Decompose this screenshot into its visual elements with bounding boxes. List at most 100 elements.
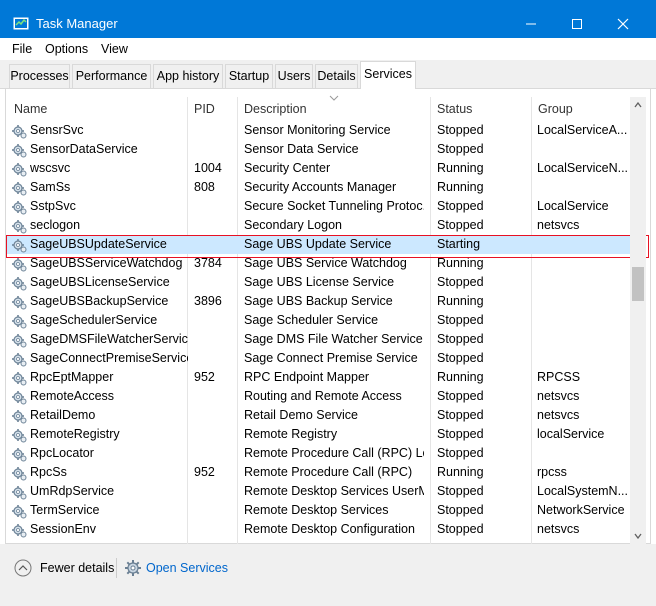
service-pid: 1004 [194,161,222,175]
table-row[interactable]: RpcSs 952 Remote Procedure Call (RPC) Runni… [6,463,631,482]
service-pid: 952 [194,370,215,384]
vertical-scrollbar[interactable] [630,97,646,544]
table-row[interactable]: SageSchedulerService Sage Scheduler Servi… [6,311,631,330]
table-row[interactable]: wscsvc 1004 Security Center Running LocalSer… [6,159,631,178]
services-panel: Name PID Description Status Group SensrS… [5,89,651,545]
chevron-up-circle-icon[interactable] [14,559,32,577]
tab-startup[interactable]: Startup [225,64,273,88]
fewer-details-link[interactable]: Fewer details [40,561,114,575]
service-gear-icon [12,125,27,139]
tab-users[interactable]: Users [275,64,313,88]
close-icon [617,18,629,30]
service-description: Routing and Remote Access [244,389,402,403]
service-group: netsvcs [537,218,580,232]
table-row[interactable]: RemoteAccess Routing and Remote Access Sto… [6,387,631,406]
service-description: Sensor Data Service [244,142,359,156]
service-gear-icon [12,144,27,158]
service-gear-icon [12,163,27,177]
table-row[interactable]: TermService Remote Desktop Services Stoppe… [6,501,631,520]
table-row[interactable]: SageUBSLicenseService Sage UBS License Se… [6,273,631,292]
service-group: RPCSS [537,370,581,384]
service-status: Running [437,294,484,308]
service-group: LocalSystemN... [537,484,629,498]
service-description: Remote Desktop Services UserM... [244,484,424,498]
service-gear-icon [12,448,27,462]
menu-view[interactable]: View [101,42,128,56]
open-services-link[interactable]: Open Services [146,561,228,575]
table-row[interactable]: SessionEnv Remote Desktop Configuration St… [6,520,631,539]
scroll-up-button[interactable] [630,97,646,113]
service-status: Stopped [437,522,484,536]
service-group: localService [537,427,605,441]
tab-processes[interactable]: Processes [9,64,70,88]
service-description: Sensor Monitoring Service [244,123,391,137]
services-gear-icon[interactable] [124,559,142,577]
tab-app-history[interactable]: App history [153,64,223,88]
table-row[interactable]: SageUBSBackupService 3896 Sage UBS Backup … [6,292,631,311]
table-row[interactable]: SstpSvc Secure Socket Tunneling Protoc...… [6,197,631,216]
service-name: SageUBSUpdateService [30,237,167,251]
service-name: seclogon [30,218,81,232]
table-row[interactable]: UmRdpService Remote Desktop Services User… [6,482,631,501]
tab-services[interactable]: Services [360,61,416,89]
service-gear-icon [12,467,27,481]
table-row[interactable]: SensrSvc Sensor Monitoring Service Stopped… [6,121,631,140]
service-status: Stopped [437,199,484,213]
window-title: Task Manager [36,16,118,31]
table-row[interactable]: RpcEptMapper 952 RPC Endpoint Mapper Runnin… [6,368,631,387]
table-row[interactable]: SamSs 808 Security Accounts Manager Running [6,178,631,197]
table-row-selected[interactable]: SageUBSUpdateService Sage UBS Update Serv… [6,235,631,254]
service-description: Retail Demo Service [244,408,358,422]
service-description: Remote Procedure Call (RPC) Lo... [244,446,424,460]
service-description: Secondary Logon [244,218,342,232]
service-description: Secure Socket Tunneling Protoc... [244,199,424,213]
service-status: Running [437,161,484,175]
table-row[interactable]: RpcLocator Remote Procedure Call (RPC) Lo… [6,444,631,463]
service-description: Sage UBS Service Watchdog [244,256,407,270]
service-description: Remote Desktop Configuration [244,522,415,536]
table-row[interactable]: SageUBSServiceWatchdog 3784 Sage UBS Servi… [6,254,631,273]
scroll-thumb[interactable] [632,267,644,301]
service-name: SageUBSBackupService [30,294,169,308]
service-status: Stopped [437,142,484,156]
service-gear-icon [12,315,27,329]
service-name: SessionEnv [30,522,97,536]
service-gear-icon [12,220,27,234]
service-gear-icon [12,239,27,253]
tab-performance[interactable]: Performance [72,64,151,88]
tab-details[interactable]: Details [315,64,358,88]
table-row[interactable]: SageDMSFileWatcherService Sage DMS File W… [6,330,631,349]
table-row[interactable]: SensorDataService Sensor Data Service Stop… [6,140,631,159]
service-description: RPC Endpoint Mapper [244,370,370,384]
service-pid: 3784 [194,256,222,270]
service-description: Remote Desktop Services [244,503,389,517]
service-gear-icon [12,334,27,348]
service-description: Sage UBS License Service [244,275,395,289]
table-row[interactable]: SageConnectPremiseService Sage Connect Pr… [6,349,631,368]
service-name: TermService [30,503,100,517]
service-name: SensorDataService [30,142,138,156]
service-description: Sage UBS Backup Service [244,294,393,308]
service-status: Stopped [437,351,484,365]
chevron-up-icon [634,102,642,108]
service-description: Remote Registry [244,427,338,441]
service-group: netsvcs [537,389,580,403]
service-name: SageConnectPremiseService [30,351,188,365]
menu-options[interactable]: Options [45,42,88,56]
scroll-down-button[interactable] [630,528,646,544]
service-status: Stopped [437,275,484,289]
service-description: Sage Connect Premise Service [244,351,418,365]
maximize-icon [572,19,582,29]
table-row[interactable]: RetailDemo Retail Demo Service Stopped nets… [6,406,631,425]
table-row[interactable]: seclogon Secondary Logon Stopped netsvcs [6,216,631,235]
service-gear-icon [12,277,27,291]
service-group: netsvcs [537,522,580,536]
service-status: Stopped [437,123,484,137]
service-description: Security Accounts Manager [244,180,397,194]
service-gear-icon [12,182,27,196]
service-description: Security Center [244,161,331,175]
service-description: Remote Procedure Call (RPC) [244,465,413,479]
menu-file[interactable]: File [12,42,32,56]
table-row[interactable]: RemoteRegistry Remote Registry Stopped loca… [6,425,631,444]
service-gear-icon [12,429,27,443]
